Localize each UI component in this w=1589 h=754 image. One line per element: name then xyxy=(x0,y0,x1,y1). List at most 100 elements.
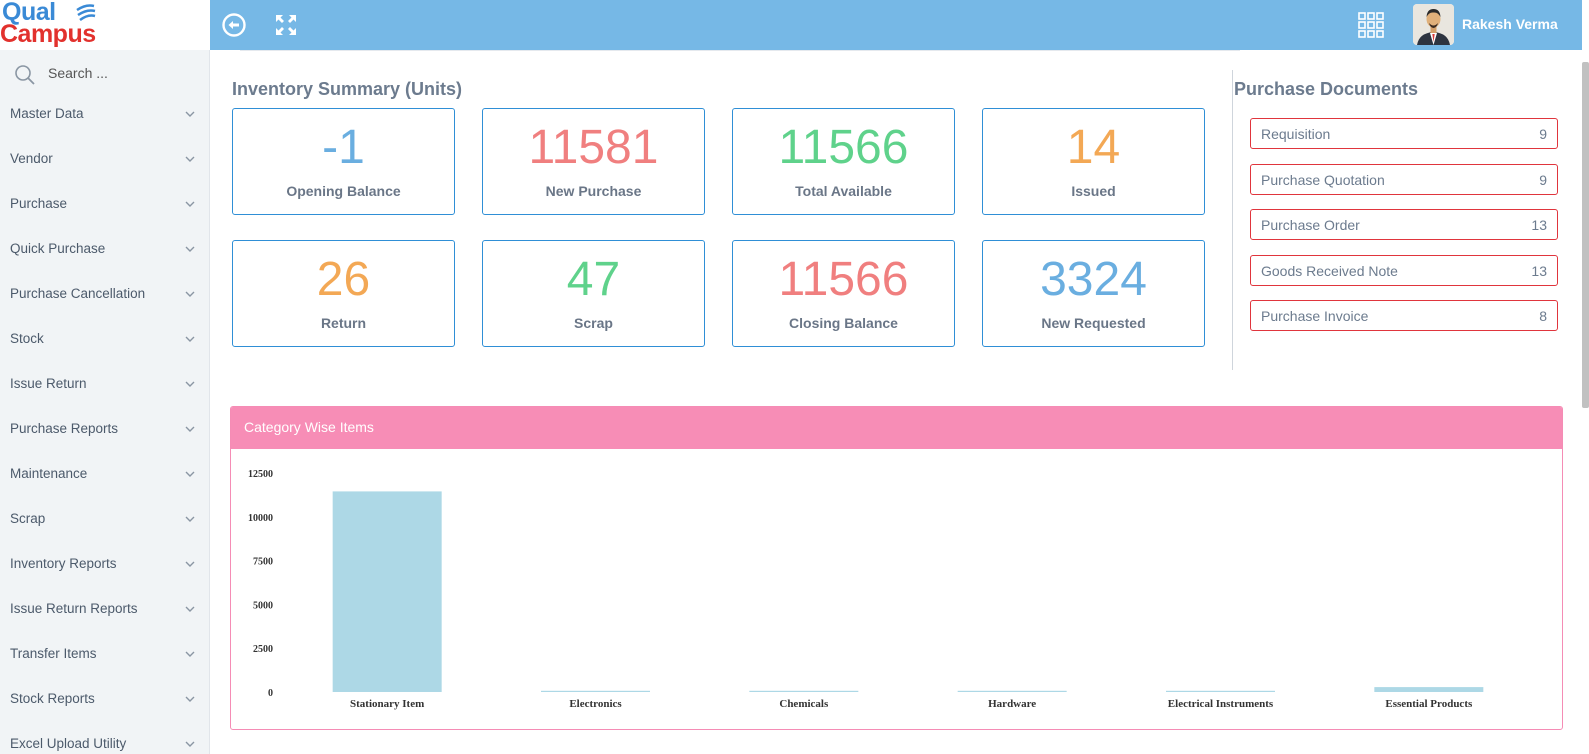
chevron-down-icon xyxy=(185,201,195,207)
chevron-down-icon xyxy=(185,651,195,657)
chart-panel-title: Category Wise Items xyxy=(244,419,374,435)
search-box[interactable] xyxy=(12,62,192,88)
category-wise-items-chart: 0 2500 5000 7500 10000 12500 Stationary Item El… xyxy=(248,469,1484,710)
chevron-down-icon xyxy=(185,471,195,477)
bar-hardware[interactable] xyxy=(957,690,1067,692)
chevron-down-icon xyxy=(185,291,195,297)
stat-label: New Requested xyxy=(1041,315,1146,331)
logo: Qual Campus xyxy=(0,0,210,50)
doc-item-purchase-invoice[interactable]: Purchase Invoice 8 xyxy=(1250,300,1558,331)
bar-electrical-instruments[interactable] xyxy=(1166,690,1275,692)
inventory-summary-title: Inventory Summary (Units) xyxy=(232,79,463,99)
sidebar-item-label: Stock xyxy=(10,331,44,346)
chevron-down-icon xyxy=(185,606,195,612)
top-bar: Qual Campus Rakesh Verma xyxy=(0,0,1589,50)
doc-count-badge: 9 xyxy=(1539,171,1547,188)
avatar[interactable] xyxy=(1413,4,1454,45)
bar-stationary-item[interactable] xyxy=(332,491,442,692)
sidebar-item-label: Excel Upload Utility xyxy=(10,736,127,751)
sidebar-item-master-data[interactable]: Master Data xyxy=(0,102,210,147)
bar-electronics[interactable] xyxy=(541,690,650,692)
category-chart-panel: Category Wise Items 0 2500 5000 7500 10000 12… xyxy=(230,406,1563,730)
stat-card-new-purchase[interactable]: 11581 New Purchase xyxy=(482,108,705,215)
stat-value: -1 xyxy=(322,121,365,174)
sidebar-item-label: Quick Purchase xyxy=(10,241,106,256)
sidebar-item-maintenance[interactable]: Maintenance xyxy=(0,462,210,507)
sidebar-item-vendor[interactable]: Vendor xyxy=(0,147,210,192)
stat-label: Return xyxy=(320,315,367,331)
search-icon xyxy=(15,65,35,85)
doc-label: Purchase Order xyxy=(1261,217,1360,233)
stat-card-closing-balance[interactable]: 11566 Closing Balance xyxy=(732,240,955,347)
sidebar-item-label: Purchase xyxy=(10,196,68,211)
doc-item-purchase-order[interactable]: Purchase Order 13 xyxy=(1250,209,1558,240)
sidebar-item-label: Purchase Reports xyxy=(10,421,119,436)
chevron-down-icon xyxy=(185,516,195,522)
logo-text-line2: Campus xyxy=(0,20,96,48)
sidebar-item-scrap[interactable]: Scrap xyxy=(0,507,210,552)
doc-count-badge: 8 xyxy=(1539,308,1547,324)
bar-essential-products[interactable] xyxy=(1374,687,1484,692)
stat-value: 11581 xyxy=(528,121,659,174)
chevron-down-icon xyxy=(185,561,195,567)
stat-value: 47 xyxy=(566,253,621,306)
user-name[interactable]: Rakesh Verma xyxy=(1462,16,1558,32)
sidebar-item-inventory-reports[interactable]: Inventory Reports xyxy=(0,552,210,597)
scrollbar-thumb[interactable] xyxy=(1582,62,1589,408)
chevron-down-icon xyxy=(185,426,195,432)
divider xyxy=(240,50,1240,51)
stat-value: 3324 xyxy=(1040,253,1147,306)
sidebar-item-issue-return-reports[interactable]: Issue Return Reports xyxy=(0,597,210,642)
sidebar-item-excel-upload-utility[interactable]: Excel Upload Utility xyxy=(0,732,210,754)
sidebar-item-label: Issue Return Reports xyxy=(10,601,138,616)
page-scrollbar[interactable] xyxy=(1582,0,1589,754)
stat-card-opening-balance[interactable]: -1 Opening Balance xyxy=(232,108,455,215)
fullscreen-icon[interactable] xyxy=(272,11,300,39)
chevron-down-icon xyxy=(185,111,195,117)
stat-card-return[interactable]: 26 Return xyxy=(232,240,455,347)
sidebar-item-stock-reports[interactable]: Stock Reports xyxy=(0,687,210,732)
sidebar-item-label: Inventory Reports xyxy=(10,556,117,571)
doc-label: Purchase Quotation xyxy=(1261,171,1385,188)
stat-card-scrap[interactable]: 47 Scrap xyxy=(482,240,705,347)
doc-item-requisition[interactable]: Requisition 9 xyxy=(1250,118,1558,149)
stat-label: Closing Balance xyxy=(789,315,898,331)
stat-label: Issued xyxy=(1071,183,1116,199)
sidebar-item-label: Maintenance xyxy=(10,466,88,481)
stat-value: 11566 xyxy=(778,121,909,174)
apps-grid-icon[interactable] xyxy=(1357,11,1385,39)
chevron-down-icon xyxy=(185,156,195,162)
sidebar-item-label: Stock Reports xyxy=(10,691,95,706)
sidebar-item-purchase-reports[interactable]: Purchase Reports xyxy=(0,417,210,462)
sidebar: Master Data Vendor Purchase Quick Purchase P… xyxy=(0,50,210,754)
main-content: Inventory Summary (Units) -1 Opening Bala… xyxy=(210,50,1582,754)
stat-value: 26 xyxy=(316,253,371,306)
y-tick-label: 5000 xyxy=(253,600,273,611)
doc-item-purchase-quotation[interactable]: Purchase Quotation 9 xyxy=(1250,163,1558,195)
x-tick-label: Electrical Instruments xyxy=(1168,698,1274,710)
sidebar-item-issue-return[interactable]: Issue Return xyxy=(0,372,210,417)
chart-panel-header: Category Wise Items xyxy=(231,407,1562,449)
chevron-down-icon xyxy=(185,336,195,342)
stat-card-issued[interactable]: 14 Issued xyxy=(982,108,1205,215)
sidebar-item-label: Purchase Cancellation xyxy=(10,286,146,301)
stat-card-total-available[interactable]: 11566 Total Available xyxy=(732,108,955,215)
sidebar-item-label: Issue Return xyxy=(10,376,87,391)
stat-label: Scrap xyxy=(574,315,613,331)
search-input[interactable] xyxy=(48,65,188,81)
sidebar-item-purchase-cancellation[interactable]: Purchase Cancellation xyxy=(0,282,210,327)
sidebar-item-transfer-items[interactable]: Transfer Items xyxy=(0,642,210,687)
doc-label: Purchase Invoice xyxy=(1261,308,1369,324)
back-icon[interactable] xyxy=(220,11,248,39)
y-tick-label: 7500 xyxy=(253,557,273,568)
bar-chemicals[interactable] xyxy=(749,690,859,692)
sidebar-item-purchase[interactable]: Purchase xyxy=(0,192,210,237)
chevron-down-icon xyxy=(185,741,195,747)
sidebar-item-stock[interactable]: Stock xyxy=(0,327,210,372)
sidebar-item-quick-purchase[interactable]: Quick Purchase xyxy=(0,237,210,282)
sidebar-item-label: Master Data xyxy=(10,106,84,121)
user-avatar-icon xyxy=(1413,4,1454,45)
stat-label: Total Available xyxy=(795,183,892,199)
stat-card-new-requested[interactable]: 3324 New Requested xyxy=(982,240,1205,347)
doc-item-goods-received-note[interactable]: Goods Received Note 13 xyxy=(1250,254,1558,286)
